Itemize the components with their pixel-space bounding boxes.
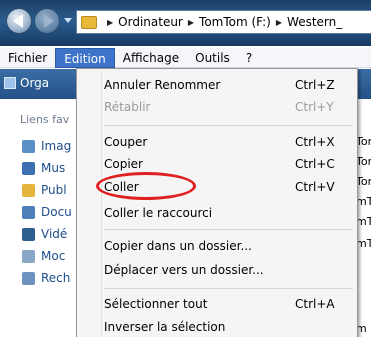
images-icon: [22, 139, 35, 153]
file-item[interactable]: Tor: [356, 175, 371, 188]
chevron-right-icon[interactable]: ▶: [276, 18, 282, 27]
address-bar[interactable]: ▶ Ordinateur ▶ TomTom (F:) ▶ Western_: [76, 10, 371, 34]
videos-icon: [22, 227, 35, 241]
menu-item-shortcut: Ctrl+X: [295, 135, 335, 149]
music-icon: [22, 161, 35, 175]
file-item[interactable]: Tor: [356, 155, 371, 168]
menu-item-label: Sélectionner tout: [104, 297, 208, 311]
menu-item-label: Couper: [104, 135, 148, 149]
nav-link-label: Publ: [41, 183, 67, 197]
menu-item-label: Rétablir: [104, 100, 151, 114]
forward-arrow-icon: [44, 14, 54, 28]
title-bar: ▶ Ordinateur ▶ TomTom (F:) ▶ Western_: [0, 0, 371, 46]
chevron-right-icon[interactable]: ▶: [188, 18, 194, 27]
menu-item-label: Coller: [104, 180, 139, 194]
nav-link-music[interactable]: Mus: [22, 161, 65, 175]
menu-item-invert-selection[interactable]: Inverser la sélection: [104, 317, 351, 337]
menu-bar: Fichier Edition Affichage Outils ?: [0, 47, 371, 68]
menu-item-undo-rename[interactable]: Annuler Renommer Ctrl+Z: [104, 75, 351, 95]
file-item[interactable]: mT: [356, 195, 371, 208]
menu-fichier[interactable]: Fichier: [0, 48, 55, 68]
menu-separator: [104, 125, 353, 126]
nav-link-public[interactable]: Publ: [22, 183, 67, 197]
menu-help[interactable]: ?: [238, 48, 260, 68]
breadcrumb-drive[interactable]: TomTom (F:): [199, 15, 271, 29]
chevron-right-icon[interactable]: ▶: [107, 18, 113, 27]
menu-item-label: Annuler Renommer: [104, 78, 221, 92]
nav-link-label: Rech: [41, 271, 71, 285]
nav-link-label: Mus: [41, 161, 66, 175]
menu-item-shortcut: Ctrl+Y: [295, 100, 334, 114]
menu-item-paste[interactable]: Coller Ctrl+V: [104, 177, 351, 197]
menu-item-shortcut: Ctrl+Z: [295, 78, 335, 92]
menu-item-cut[interactable]: Couper Ctrl+X: [104, 132, 351, 152]
menu-separator: [104, 229, 353, 230]
nav-link-videos[interactable]: Vidé: [22, 227, 67, 241]
breadcrumb-folder[interactable]: Western_: [287, 15, 342, 29]
breadcrumb-computer[interactable]: Ordinateur: [118, 15, 183, 29]
menu-separator: [104, 288, 353, 289]
nav-link-documents[interactable]: Docu: [22, 205, 72, 219]
forward-button[interactable]: [34, 8, 60, 34]
nav-link-recently-modified[interactable]: Moc: [22, 249, 65, 263]
documents-icon: [22, 205, 35, 219]
menu-gutter: [101, 71, 102, 337]
menu-item-copy[interactable]: Copier Ctrl+C: [104, 154, 351, 174]
menu-item-paste-shortcut[interactable]: Coller le raccourci: [104, 203, 351, 223]
public-folder-icon: [22, 183, 35, 197]
menu-item-label: Déplacer vers un dossier...: [104, 263, 264, 277]
menu-item-shortcut: Ctrl+C: [295, 157, 335, 171]
menu-item-copy-to-folder[interactable]: Copier dans un dossier...: [104, 236, 351, 256]
organize-icon: [4, 77, 16, 89]
back-arrow-icon: [13, 14, 23, 28]
menu-item-label: Coller le raccourci: [104, 206, 213, 220]
file-item[interactable]: mT: [356, 215, 371, 228]
menu-item-select-all[interactable]: Sélectionner tout Ctrl+A: [104, 294, 351, 314]
edit-menu-dropdown: Annuler Renommer Ctrl+Z Rétablir Ctrl+Y …: [76, 68, 358, 337]
nav-link-images[interactable]: Imag: [22, 139, 71, 153]
menu-affichage[interactable]: Affichage: [115, 48, 187, 68]
organize-button[interactable]: Orga: [4, 76, 49, 90]
menu-item-move-to-folder[interactable]: Déplacer vers un dossier...: [104, 260, 351, 280]
favorite-links-heading: Liens fav: [20, 113, 70, 126]
back-button[interactable]: [6, 8, 32, 34]
nav-link-label: Docu: [41, 205, 72, 219]
nav-link-label: Moc: [41, 249, 66, 263]
search-folder-icon: [22, 271, 35, 285]
menu-item-label: Copier: [104, 157, 143, 171]
menu-item-shortcut: Ctrl+A: [295, 297, 335, 311]
organize-label: Orga: [20, 76, 50, 90]
menu-item-shortcut: Ctrl+V: [295, 180, 335, 194]
menu-outils[interactable]: Outils: [187, 48, 238, 68]
file-item[interactable]: mT: [356, 237, 371, 250]
menu-edition[interactable]: Edition: [55, 47, 115, 68]
recent-icon: [22, 249, 35, 263]
file-item[interactable]: m: [356, 322, 371, 335]
nav-link-label: Imag: [41, 139, 72, 153]
menu-item-label: Inverser la sélection: [104, 320, 226, 334]
menu-item-label: Copier dans un dossier...: [104, 239, 252, 253]
nav-link-searches[interactable]: Rech: [22, 271, 70, 285]
menu-item-redo[interactable]: Rétablir Ctrl+Y: [104, 97, 351, 117]
folder-icon: [81, 15, 97, 29]
recent-pages-dropdown-icon[interactable]: [64, 18, 72, 23]
navigation-pane: Liens fav Imag Mus Publ Docu Vidé Moc Re…: [0, 99, 72, 337]
nav-link-label: Vidé: [41, 227, 68, 241]
file-item[interactable]: Tor: [356, 135, 371, 148]
